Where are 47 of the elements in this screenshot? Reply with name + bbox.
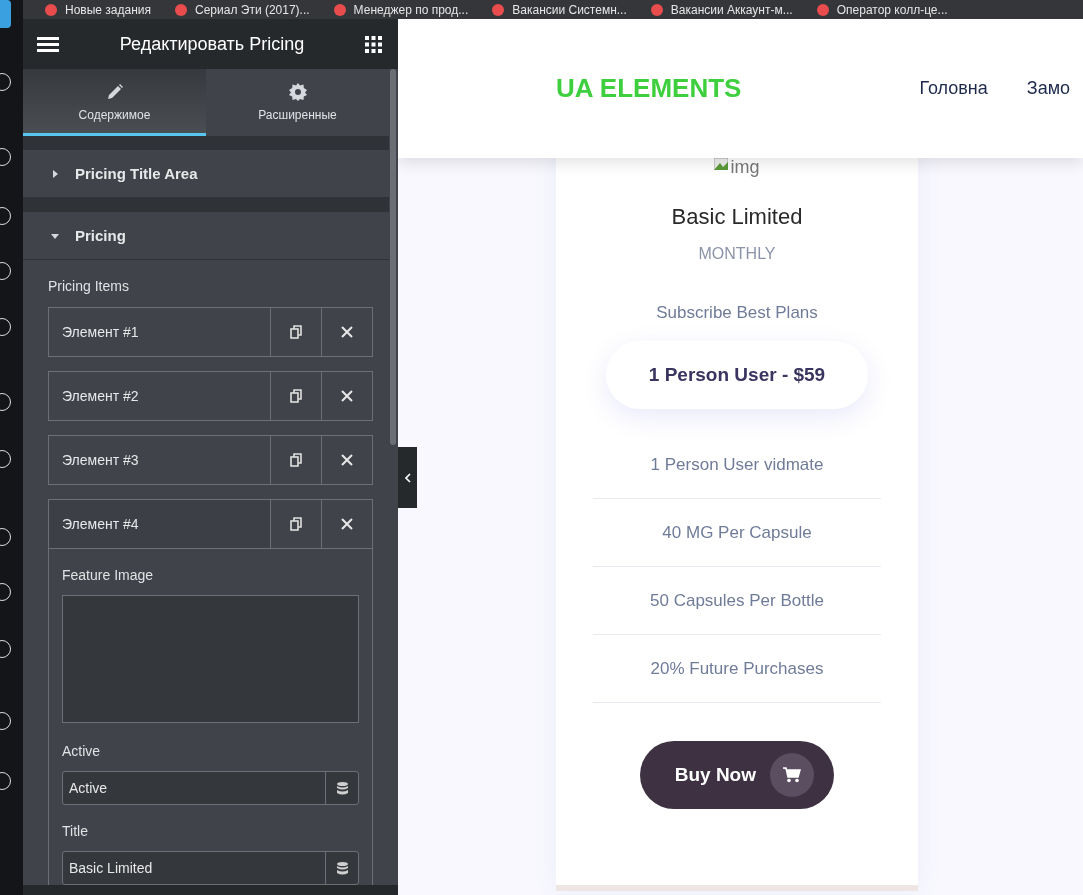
copy-icon [289,325,303,339]
scrollbar[interactable] [390,69,396,445]
menu-icon[interactable] [37,36,59,52]
buy-now-button[interactable]: Buy Now [640,741,834,809]
image-alt-text: img [730,158,760,177]
field-label: Active [62,743,102,759]
feature-item: 40 MG Per Capsule [593,499,881,567]
bookmark[interactable]: Сериал Эти (2017)... [175,2,310,17]
image-upload-area[interactable] [62,595,359,723]
copy-icon [289,389,303,403]
input-field[interactable]: Active [62,771,359,805]
gear-icon [288,82,307,101]
field-label: Title [62,823,89,839]
database-icon [336,861,348,875]
feature-item: 20% Future Purchases [593,635,881,703]
close-icon [341,390,353,402]
field-label: Feature Image [62,567,155,583]
broken-image-icon [714,158,729,170]
bookmark[interactable]: Оператор колл-це... [816,2,948,17]
panel-title: Редактировать Pricing [119,33,305,55]
feature-item: 50 Capsules Per Bottle [593,567,881,635]
bookmark[interactable]: Новые задания [45,2,152,17]
close-icon [341,454,353,466]
bookmark[interactable]: Вакансии Аккаунт-м... [650,2,793,17]
close-icon [341,326,353,338]
chevron-left-icon [404,472,411,483]
tab[interactable]: Содержимое [23,69,206,136]
copy-icon [289,453,303,467]
collapse-button[interactable] [398,447,417,508]
item-title-button[interactable]: Элемент #4 [49,500,270,548]
feature-item: 1 Person User vidmate [593,431,881,499]
database-icon [336,781,348,795]
plan-period: MONTHLY [698,245,776,263]
bookmark[interactable]: Менеджер по прод... [333,2,469,17]
plan-title: Basic Limited [671,204,803,230]
nav-link[interactable]: Головна [919,78,988,99]
pencil-icon [105,82,124,101]
control-label: Pricing Items [48,278,130,294]
cart-icon [770,753,814,797]
plan-subtitle: Subscribe Best Plans [656,303,818,323]
close-icon [341,518,353,530]
bookmark[interactable]: Вакансии Системн... [492,2,627,17]
nav-link[interactable]: Замо [1026,78,1071,99]
grid-icon[interactable] [365,35,382,53]
input-field[interactable]: Basic Limited [62,851,359,885]
price-pill: 1 Person User - $59 [606,341,868,409]
copy-icon [289,517,303,531]
